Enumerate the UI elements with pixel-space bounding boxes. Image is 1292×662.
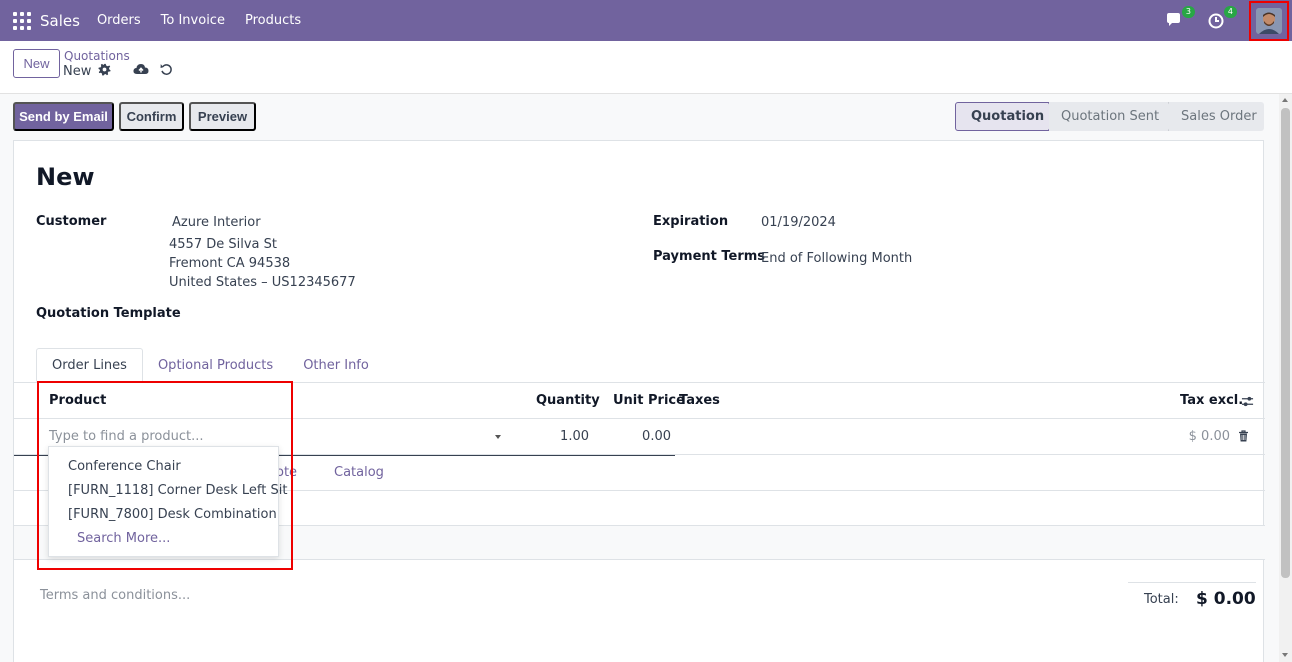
tab-order-lines[interactable]: Order Lines bbox=[36, 348, 143, 382]
header-unit-price[interactable]: Unit Price bbox=[613, 393, 685, 408]
chat-icon[interactable]: 3 bbox=[1165, 5, 1195, 31]
header-tax-excl[interactable]: Tax excl. bbox=[1180, 393, 1243, 408]
notebook-tabs: Order Lines Optional Products Other Info bbox=[36, 348, 384, 382]
product-input[interactable]: Type to find a product... bbox=[49, 429, 203, 444]
breadcrumb-current-label: New bbox=[63, 64, 92, 79]
autocomplete-item[interactable]: [FURN_7800] Desk Combination bbox=[68, 507, 277, 522]
chat-badge: 3 bbox=[1181, 5, 1195, 18]
tab-other-info[interactable]: Other Info bbox=[288, 348, 384, 382]
subtotal-cell: $ 0.00 bbox=[1188, 429, 1230, 444]
header-quantity[interactable]: Quantity bbox=[536, 393, 600, 408]
quantity-cell[interactable]: 1.00 bbox=[549, 429, 589, 444]
new-button[interactable]: New bbox=[13, 49, 60, 78]
cloud-upload-icon[interactable] bbox=[133, 62, 149, 80]
table-header: Product Quantity Unit Price Taxes Tax ex… bbox=[14, 383, 1265, 419]
preview-button[interactable]: Preview bbox=[189, 102, 256, 131]
expiration-label: Expiration bbox=[653, 214, 729, 229]
top-navbar: Sales Orders To Invoice Products 3 4 bbox=[0, 0, 1292, 41]
trash-icon[interactable] bbox=[1238, 430, 1249, 446]
scroll-up-arrow-icon[interactable] bbox=[1282, 98, 1288, 102]
customer-label: Customer bbox=[36, 214, 107, 229]
gear-icon[interactable] bbox=[98, 63, 111, 80]
total-value: $ 0.00 bbox=[1196, 589, 1256, 609]
address-line-1: 4557 De Silva St bbox=[169, 237, 277, 252]
stage-sales-order[interactable]: Sales Order bbox=[1169, 102, 1264, 131]
form-sheet: New Customer Azure Interior 4557 De Silv… bbox=[13, 140, 1265, 662]
breadcrumb-current: New bbox=[63, 63, 111, 80]
address-line-2: Fremont CA 94538 bbox=[169, 256, 291, 271]
stage-quotation[interactable]: Quotation bbox=[955, 102, 1049, 131]
status-bar: Quotation Quotation Sent Sales Order bbox=[955, 102, 1264, 131]
control-panel: New Quotations New bbox=[0, 41, 1292, 94]
undo-icon[interactable] bbox=[160, 63, 173, 80]
address-line-3: United States – US12345677 bbox=[169, 275, 356, 290]
user-menu[interactable] bbox=[1249, 0, 1289, 41]
apps-grid-icon[interactable] bbox=[13, 11, 31, 30]
terms-and-conditions-input[interactable]: Terms and conditions... bbox=[40, 588, 190, 603]
unit-price-cell[interactable]: 0.00 bbox=[630, 429, 671, 444]
header-taxes[interactable]: Taxes bbox=[679, 393, 720, 408]
payment-terms-label: Payment Terms bbox=[653, 249, 766, 264]
menu-to-invoice[interactable]: To Invoice bbox=[161, 13, 225, 28]
scroll-thumb[interactable] bbox=[1281, 108, 1290, 578]
add-note-link[interactable]: ote bbox=[276, 465, 297, 480]
total-label: Total: bbox=[1144, 592, 1179, 607]
stage-quotation-sent[interactable]: Quotation Sent bbox=[1049, 102, 1169, 131]
total-divider bbox=[1128, 582, 1256, 583]
column-settings-icon[interactable] bbox=[1241, 395, 1254, 412]
scroll-down-arrow-icon[interactable] bbox=[1282, 653, 1288, 657]
confirm-button[interactable]: Confirm bbox=[119, 102, 184, 131]
search-more-link[interactable]: Search More... bbox=[77, 531, 170, 546]
customer-field[interactable]: Azure Interior bbox=[172, 215, 261, 230]
breadcrumb-quotations[interactable]: Quotations bbox=[64, 49, 130, 63]
tab-optional-products[interactable]: Optional Products bbox=[143, 348, 288, 382]
chevron-down-icon[interactable] bbox=[495, 435, 501, 439]
autocomplete-item[interactable]: [FURN_1118] Corner Desk Left Sit bbox=[68, 483, 287, 498]
activity-badge: 4 bbox=[1223, 5, 1237, 18]
scrollbar[interactable] bbox=[1279, 94, 1292, 662]
clock-icon[interactable]: 4 bbox=[1207, 5, 1237, 31]
avatar[interactable] bbox=[1256, 7, 1282, 34]
payment-terms-field[interactable]: End of Following Month bbox=[761, 251, 912, 266]
quotation-template-label: Quotation Template bbox=[36, 306, 181, 321]
header-product[interactable]: Product bbox=[49, 393, 106, 408]
expiration-field[interactable]: 01/19/2024 bbox=[761, 215, 836, 230]
autocomplete-item[interactable]: Conference Chair bbox=[68, 459, 181, 474]
product-autocomplete-dropdown: Conference Chair [FURN_1118] Corner Desk… bbox=[48, 446, 287, 557]
menu-orders[interactable]: Orders bbox=[97, 13, 141, 28]
send-by-email-button[interactable]: Send by Email bbox=[13, 102, 114, 131]
menu-products[interactable]: Products bbox=[245, 13, 301, 28]
record-title: New bbox=[36, 163, 95, 191]
app-name[interactable]: Sales bbox=[40, 12, 80, 30]
catalog-link[interactable]: Catalog bbox=[334, 465, 384, 480]
